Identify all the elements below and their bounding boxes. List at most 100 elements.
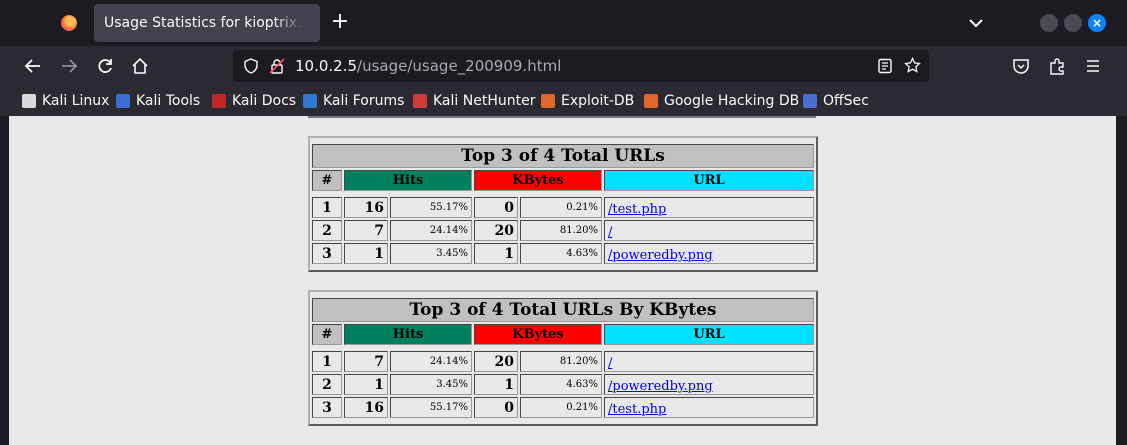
hamburger-menu-icon bbox=[1087, 60, 1099, 72]
kbytes-cell: 0 bbox=[474, 197, 518, 218]
kbytes-cell: 20 bbox=[474, 220, 518, 241]
url-link[interactable]: /test.php bbox=[608, 402, 666, 417]
table-title: Top 3 of 4 Total URLs bbox=[312, 144, 814, 168]
url-text[interactable]: 10.0.2.5/usage/usage_200909.html bbox=[295, 57, 561, 75]
hits-cell: 16 bbox=[344, 397, 388, 418]
shield-icon[interactable] bbox=[243, 58, 259, 74]
url-link[interactable]: /test.php bbox=[608, 202, 666, 217]
hits-percent-cell: 24.14% bbox=[390, 220, 472, 241]
kbytes-cell: 20 bbox=[474, 351, 518, 372]
bookmark-ghdb[interactable]: Google Hacking DB bbox=[644, 92, 799, 110]
reader-view-icon[interactable] bbox=[877, 58, 893, 74]
url-cell: /test.php bbox=[604, 197, 814, 218]
nethunter-icon bbox=[413, 94, 427, 108]
firefox-view-button[interactable] bbox=[52, 8, 86, 38]
kali-tools-icon bbox=[116, 94, 130, 108]
rank-cell: 3 bbox=[312, 243, 342, 264]
hits-cell: 1 bbox=[344, 374, 388, 395]
table-row: 1 16 55.17% 0 0.21% /test.php bbox=[312, 197, 814, 218]
rank-cell: 1 bbox=[312, 351, 342, 372]
prior-table-bottom-edge bbox=[308, 116, 816, 118]
table-row: 2 7 24.14% 20 81.20% / bbox=[312, 220, 814, 241]
url-cell: / bbox=[604, 220, 814, 241]
url-stats-table: Top 3 of 4 Total URLs By KBytes # Hits KByt… bbox=[308, 290, 818, 426]
pocket-button[interactable] bbox=[1010, 55, 1032, 77]
col-header-hits: Hits bbox=[344, 324, 472, 345]
url-link[interactable]: /poweredby.png bbox=[608, 248, 713, 263]
forward-button[interactable] bbox=[58, 55, 80, 77]
url-cell: /test.php bbox=[604, 397, 814, 418]
bookmark-exploit-db[interactable]: Exploit-DB bbox=[541, 92, 634, 110]
url-path: /usage/usage_200909.html bbox=[357, 57, 562, 75]
new-tab-button[interactable]: + bbox=[330, 11, 350, 33]
extensions-button[interactable] bbox=[1046, 55, 1068, 77]
tab-title: Usage Statistics for kioptrix.level1 bbox=[104, 15, 304, 31]
hits-cell: 7 bbox=[344, 351, 388, 372]
kali-forums-icon bbox=[303, 94, 317, 108]
close-window-button[interactable]: × bbox=[1088, 14, 1106, 32]
hits-cell: 16 bbox=[344, 197, 388, 218]
scrollbar[interactable] bbox=[1116, 116, 1127, 445]
exploit-db-icon bbox=[541, 94, 555, 108]
col-header-hits: Hits bbox=[344, 170, 472, 191]
minimize-button[interactable] bbox=[1040, 14, 1058, 32]
url-link[interactable]: / bbox=[608, 225, 612, 240]
ghdb-icon bbox=[644, 94, 658, 108]
kali-docs-icon bbox=[212, 94, 226, 108]
bookmarks-toolbar: Kali Linux Kali Tools Kali Docs Kali Forums… bbox=[0, 86, 1127, 116]
insecure-lock-icon[interactable] bbox=[269, 58, 285, 74]
bookmark-offsec[interactable]: OffSec bbox=[803, 92, 869, 110]
col-header-rank: # bbox=[312, 324, 342, 345]
maximize-button[interactable] bbox=[1064, 14, 1082, 32]
bookmark-label: Kali Linux bbox=[42, 93, 110, 109]
back-button[interactable] bbox=[22, 55, 44, 77]
kbytes-cell: 1 bbox=[474, 243, 518, 264]
offsec-icon bbox=[803, 94, 817, 108]
page-content: Top 3 of 4 Total URLs # Hits KBytes URL 1 16 55… bbox=[9, 116, 1116, 445]
hits-cell: 7 bbox=[344, 220, 388, 241]
bookmark-label: Kali Docs bbox=[232, 93, 297, 109]
menu-button[interactable] bbox=[1082, 55, 1104, 77]
url-link[interactable]: /poweredby.png bbox=[608, 379, 713, 394]
kbytes-percent-cell: 81.20% bbox=[520, 351, 602, 372]
table-row: 1 7 24.14% 20 81.20% / bbox=[312, 351, 814, 372]
home-button[interactable] bbox=[129, 55, 151, 77]
table-row: 2 1 3.45% 1 4.63%/poweredby.png bbox=[312, 374, 814, 395]
bookmark-kali-forums[interactable]: Kali Forums bbox=[303, 92, 404, 110]
rank-cell: 2 bbox=[312, 220, 342, 241]
hits-percent-cell: 3.45% bbox=[390, 374, 472, 395]
table-row: 3 1 3.45% 1 4.63%/poweredby.png bbox=[312, 243, 814, 264]
bookmark-label: Kali Tools bbox=[136, 93, 201, 109]
address-bar[interactable]: 10.0.2.5/usage/usage_200909.html bbox=[233, 50, 929, 82]
bookmark-kali-dragon[interactable]: Kali Linux bbox=[22, 92, 109, 110]
reload-icon bbox=[98, 59, 112, 73]
rank-cell: 1 bbox=[312, 197, 342, 218]
kbytes-percent-cell: 4.63% bbox=[520, 374, 602, 395]
chevron-down-icon[interactable] bbox=[966, 14, 986, 32]
col-header-url: URL bbox=[604, 324, 814, 345]
hits-percent-cell: 55.17% bbox=[390, 197, 472, 218]
window-edge bbox=[0, 116, 9, 445]
hits-percent-cell: 24.14% bbox=[390, 351, 472, 372]
bookmark-kali-docs[interactable]: Kali Docs bbox=[212, 92, 296, 110]
home-icon bbox=[132, 57, 148, 74]
bookmark-star-icon[interactable] bbox=[904, 57, 921, 74]
url-link[interactable]: / bbox=[608, 356, 612, 371]
kbytes-percent-cell: 4.63% bbox=[520, 243, 602, 264]
back-arrow-icon bbox=[24, 59, 40, 73]
bookmark-kali-tools[interactable]: Kali Tools bbox=[116, 92, 200, 110]
url-cell: / bbox=[604, 351, 814, 372]
rank-cell: 3 bbox=[312, 397, 342, 418]
tab-strip: Usage Statistics for kioptrix.level1 + × bbox=[0, 0, 1127, 46]
col-header-kbytes: KBytes bbox=[474, 170, 602, 191]
kbytes-cell: 0 bbox=[474, 397, 518, 418]
table-title: Top 3 of 4 Total URLs By KBytes bbox=[312, 298, 814, 322]
bookmark-label: Kali Forums bbox=[323, 93, 405, 109]
hits-cell: 1 bbox=[344, 243, 388, 264]
bookmark-nethunter[interactable]: Kali NetHunter bbox=[413, 92, 535, 110]
tab-usage-statistics[interactable]: Usage Statistics for kioptrix.level1 bbox=[94, 4, 320, 42]
reload-button[interactable] bbox=[94, 55, 116, 77]
bookmark-label: Google Hacking DB bbox=[664, 93, 800, 109]
col-header-kbytes: KBytes bbox=[474, 324, 602, 345]
url-cell: /poweredby.png bbox=[604, 243, 814, 264]
